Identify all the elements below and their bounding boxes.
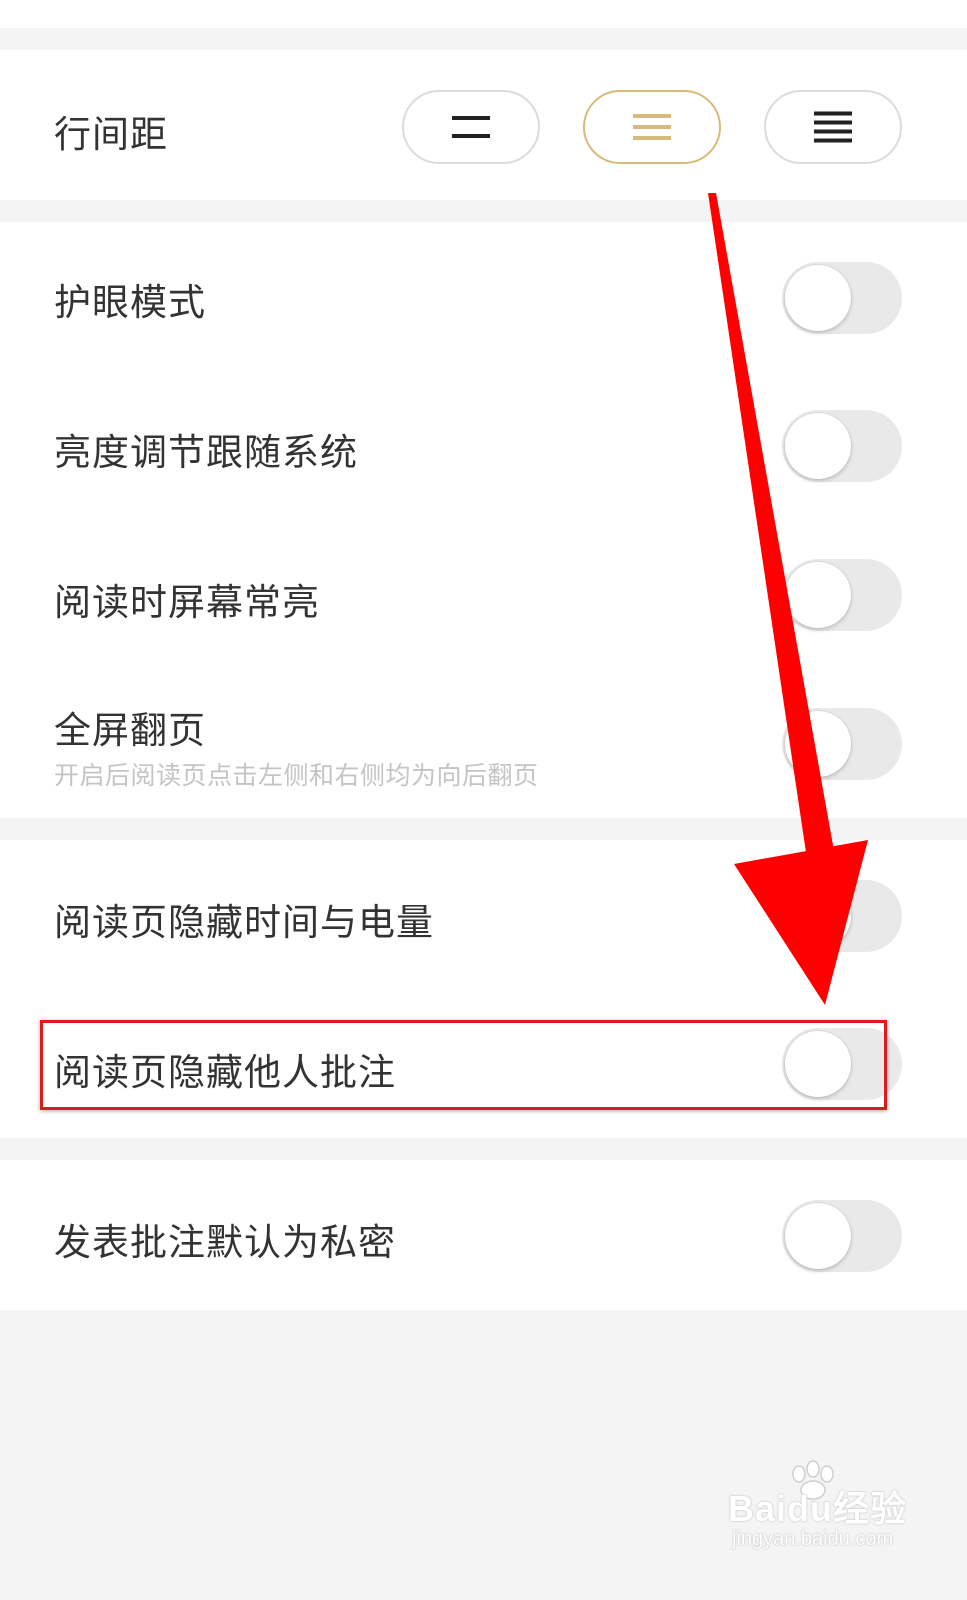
highlight-box <box>40 1020 887 1110</box>
watermark-url: jingyan.baidu.com <box>732 1528 894 1550</box>
brightness-follow-system-label: 亮度调节跟随系统 <box>54 431 358 474</box>
line-spacing-medium-button[interactable] <box>583 90 721 164</box>
brightness-follow-system-row: 亮度调节跟随系统 <box>0 372 967 522</box>
toggle-knob <box>785 265 851 331</box>
top-strip <box>0 0 967 28</box>
eye-protection-label: 护眼模式 <box>54 281 206 324</box>
hide-time-battery-toggle[interactable] <box>782 880 902 952</box>
fullscreen-page-turn-description: 开启后阅读页点击左侧和右侧均为向后翻页 <box>54 761 539 790</box>
toggle-knob <box>785 711 851 777</box>
screen-always-on-toggle[interactable] <box>782 559 902 631</box>
line-spacing-label: 行间距 <box>54 113 168 156</box>
baidu-jingyan-watermark: Baidu经验 jingyan.baidu.com <box>728 1460 908 1560</box>
fullscreen-page-turn-label: 全屏翻页 <box>54 709 206 752</box>
eye-protection-toggle[interactable] <box>782 262 902 334</box>
line-spacing-compact-icon <box>452 116 490 138</box>
toggle-knob <box>785 413 851 479</box>
screen-always-on-row: 阅读时屏幕常亮 <box>0 522 967 672</box>
hide-time-battery-row: 阅读页隐藏时间与电量 <box>0 840 967 990</box>
toggle-knob <box>785 1203 851 1269</box>
line-spacing-loose-button[interactable] <box>764 90 902 164</box>
toggle-knob <box>785 883 851 949</box>
toggle-knob <box>785 562 851 628</box>
brightness-follow-system-toggle[interactable] <box>782 410 902 482</box>
eye-protection-row: 护眼模式 <box>0 222 967 372</box>
line-spacing-loose-icon <box>814 111 852 143</box>
watermark-brand: Baidu经验 <box>728 1488 908 1529</box>
fullscreen-page-turn-row: 全屏翻页 开启后阅读页点击左侧和右侧均为向后翻页 <box>0 672 967 818</box>
private-annotations-toggle[interactable] <box>782 1200 902 1272</box>
screen-always-on-label: 阅读时屏幕常亮 <box>54 581 320 624</box>
private-annotations-row: 发表批注默认为私密 <box>0 1160 967 1310</box>
hide-time-battery-label: 阅读页隐藏时间与电量 <box>54 901 434 944</box>
annotation-privacy-section: 发表批注默认为私密 <box>0 1160 967 1310</box>
line-spacing-medium-icon <box>633 114 671 140</box>
display-settings-section: 护眼模式 亮度调节跟随系统 阅读时屏幕常亮 全屏翻页 开启后阅读页点击左侧和右侧… <box>0 222 967 818</box>
private-annotations-label: 发表批注默认为私密 <box>54 1221 396 1264</box>
fullscreen-page-turn-toggle[interactable] <box>782 708 902 780</box>
line-spacing-section: 行间距 <box>0 50 967 200</box>
line-spacing-compact-button[interactable] <box>402 90 540 164</box>
